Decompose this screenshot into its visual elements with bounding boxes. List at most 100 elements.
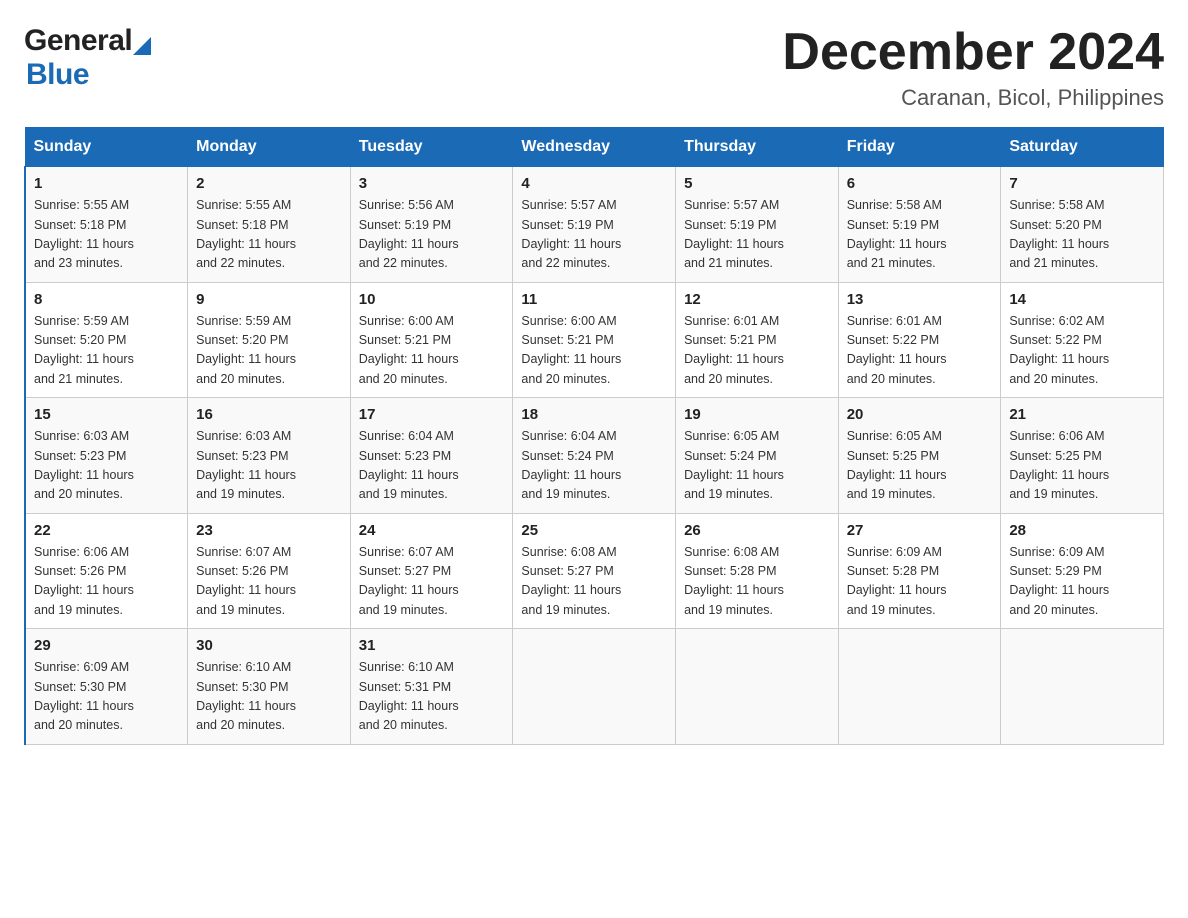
day-info: Sunrise: 6:09 AM Sunset: 5:30 PM Dayligh… (34, 658, 179, 736)
calendar-day-cell (513, 629, 676, 745)
day-info: Sunrise: 6:03 AM Sunset: 5:23 PM Dayligh… (34, 427, 179, 505)
calendar-day-cell: 30 Sunrise: 6:10 AM Sunset: 5:30 PM Dayli… (188, 629, 351, 745)
day-info: Sunrise: 5:59 AM Sunset: 5:20 PM Dayligh… (196, 312, 342, 390)
day-info: Sunrise: 6:02 AM Sunset: 5:22 PM Dayligh… (1009, 312, 1155, 390)
day-number: 5 (684, 175, 830, 192)
day-number: 15 (34, 406, 179, 423)
day-info: Sunrise: 6:01 AM Sunset: 5:22 PM Dayligh… (847, 312, 993, 390)
calendar-week-row: 8 Sunrise: 5:59 AM Sunset: 5:20 PM Daylig… (25, 282, 1164, 398)
calendar-day-header: Saturday (1001, 128, 1164, 167)
calendar-day-cell: 14Sunrise: 6:02 AM Sunset: 5:22 PM Dayli… (1001, 282, 1164, 398)
calendar-day-cell: 21 Sunrise: 6:06 AM Sunset: 5:25 PM Dayli… (1001, 398, 1164, 514)
day-info: Sunrise: 6:05 AM Sunset: 5:24 PM Dayligh… (684, 427, 830, 505)
day-info: Sunrise: 6:09 AM Sunset: 5:29 PM Dayligh… (1009, 543, 1155, 621)
calendar-day-cell: 29 Sunrise: 6:09 AM Sunset: 5:30 PM Dayli… (25, 629, 188, 745)
calendar-day-cell (838, 629, 1001, 745)
day-info: Sunrise: 6:10 AM Sunset: 5:31 PM Dayligh… (359, 658, 505, 736)
day-info: Sunrise: 5:55 AM Sunset: 5:18 PM Dayligh… (34, 196, 179, 274)
calendar-day-cell: 16 Sunrise: 6:03 AM Sunset: 5:23 PM Dayli… (188, 398, 351, 514)
day-number: 11 (521, 291, 667, 308)
day-number: 9 (196, 291, 342, 308)
logo-arrow-icon (133, 37, 151, 55)
day-info: Sunrise: 6:09 AM Sunset: 5:28 PM Dayligh… (847, 543, 993, 621)
day-info: Sunrise: 6:04 AM Sunset: 5:23 PM Dayligh… (359, 427, 505, 505)
calendar-week-row: 29 Sunrise: 6:09 AM Sunset: 5:30 PM Dayli… (25, 629, 1164, 745)
calendar-day-header: Friday (838, 128, 1001, 167)
calendar-day-cell: 24 Sunrise: 6:07 AM Sunset: 5:27 PM Dayli… (350, 513, 513, 629)
day-number: 26 (684, 522, 830, 539)
day-number: 16 (196, 406, 342, 423)
calendar-day-cell: 3Sunrise: 5:56 AM Sunset: 5:19 PM Daylig… (350, 167, 513, 283)
day-number: 12 (684, 291, 830, 308)
day-number: 28 (1009, 522, 1155, 539)
day-info: Sunrise: 5:55 AM Sunset: 5:18 PM Dayligh… (196, 196, 342, 274)
calendar-day-cell: 11Sunrise: 6:00 AM Sunset: 5:21 PM Dayli… (513, 282, 676, 398)
calendar-day-header: Wednesday (513, 128, 676, 167)
day-info: Sunrise: 6:08 AM Sunset: 5:27 PM Dayligh… (521, 543, 667, 621)
location: Caranan, Bicol, Philippines (782, 85, 1164, 111)
day-info: Sunrise: 6:03 AM Sunset: 5:23 PM Dayligh… (196, 427, 342, 505)
day-number: 23 (196, 522, 342, 539)
day-number: 19 (684, 406, 830, 423)
calendar-day-header: Monday (188, 128, 351, 167)
calendar-day-cell: 19 Sunrise: 6:05 AM Sunset: 5:24 PM Dayli… (676, 398, 839, 514)
calendar-day-cell: 1 Sunrise: 5:55 AM Sunset: 5:18 PM Daylig… (25, 167, 188, 283)
day-number: 24 (359, 522, 505, 539)
day-info: Sunrise: 6:01 AM Sunset: 5:21 PM Dayligh… (684, 312, 830, 390)
day-number: 4 (521, 175, 667, 192)
day-info: Sunrise: 5:57 AM Sunset: 5:19 PM Dayligh… (521, 196, 667, 274)
month-title: December 2024 (782, 24, 1164, 81)
day-info: Sunrise: 5:56 AM Sunset: 5:19 PM Dayligh… (359, 196, 505, 274)
calendar-week-row: 22 Sunrise: 6:06 AM Sunset: 5:26 PM Dayli… (25, 513, 1164, 629)
day-number: 2 (196, 175, 342, 192)
calendar-day-cell: 10 Sunrise: 6:00 AM Sunset: 5:21 PM Dayli… (350, 282, 513, 398)
calendar-day-cell: 2 Sunrise: 5:55 AM Sunset: 5:18 PM Daylig… (188, 167, 351, 283)
logo-blue-text: Blue (26, 58, 89, 92)
day-info: Sunrise: 6:10 AM Sunset: 5:30 PM Dayligh… (196, 658, 342, 736)
day-number: 13 (847, 291, 993, 308)
day-number: 31 (359, 637, 505, 654)
day-info: Sunrise: 5:59 AM Sunset: 5:20 PM Dayligh… (34, 312, 179, 390)
page-header: General Blue December 2024 Caranan, Bico… (24, 24, 1164, 111)
calendar-day-cell: 5 Sunrise: 5:57 AM Sunset: 5:19 PM Daylig… (676, 167, 839, 283)
calendar-day-cell: 27Sunrise: 6:09 AM Sunset: 5:28 PM Dayli… (838, 513, 1001, 629)
day-number: 1 (34, 175, 179, 192)
calendar-day-header: Thursday (676, 128, 839, 167)
day-info: Sunrise: 5:57 AM Sunset: 5:19 PM Dayligh… (684, 196, 830, 274)
day-number: 7 (1009, 175, 1155, 192)
calendar-day-header: Sunday (25, 128, 188, 167)
day-number: 25 (521, 522, 667, 539)
calendar-day-cell: 7 Sunrise: 5:58 AM Sunset: 5:20 PM Daylig… (1001, 167, 1164, 283)
calendar-day-cell: 12 Sunrise: 6:01 AM Sunset: 5:21 PM Dayli… (676, 282, 839, 398)
calendar-day-cell: 20Sunrise: 6:05 AM Sunset: 5:25 PM Dayli… (838, 398, 1001, 514)
day-info: Sunrise: 6:06 AM Sunset: 5:26 PM Dayligh… (34, 543, 179, 621)
day-number: 22 (34, 522, 179, 539)
day-number: 20 (847, 406, 993, 423)
calendar-day-cell: 17 Sunrise: 6:04 AM Sunset: 5:23 PM Dayli… (350, 398, 513, 514)
day-info: Sunrise: 6:07 AM Sunset: 5:27 PM Dayligh… (359, 543, 505, 621)
day-info: Sunrise: 6:06 AM Sunset: 5:25 PM Dayligh… (1009, 427, 1155, 505)
day-info: Sunrise: 6:08 AM Sunset: 5:28 PM Dayligh… (684, 543, 830, 621)
title-block: December 2024 Caranan, Bicol, Philippine… (782, 24, 1164, 111)
day-number: 21 (1009, 406, 1155, 423)
day-info: Sunrise: 5:58 AM Sunset: 5:20 PM Dayligh… (1009, 196, 1155, 274)
day-number: 17 (359, 406, 505, 423)
calendar-day-cell: 15 Sunrise: 6:03 AM Sunset: 5:23 PM Dayli… (25, 398, 188, 514)
day-number: 8 (34, 291, 179, 308)
calendar-day-cell (676, 629, 839, 745)
day-number: 10 (359, 291, 505, 308)
calendar-table: SundayMondayTuesdayWednesdayThursdayFrid… (24, 127, 1164, 745)
day-info: Sunrise: 6:04 AM Sunset: 5:24 PM Dayligh… (521, 427, 667, 505)
calendar-header-row: SundayMondayTuesdayWednesdayThursdayFrid… (25, 128, 1164, 167)
calendar-day-cell: 26 Sunrise: 6:08 AM Sunset: 5:28 PM Dayli… (676, 513, 839, 629)
calendar-day-cell: 31 Sunrise: 6:10 AM Sunset: 5:31 PM Dayli… (350, 629, 513, 745)
calendar-day-header: Tuesday (350, 128, 513, 167)
day-number: 29 (34, 637, 179, 654)
day-number: 30 (196, 637, 342, 654)
day-info: Sunrise: 5:58 AM Sunset: 5:19 PM Dayligh… (847, 196, 993, 274)
calendar-day-cell: 6Sunrise: 5:58 AM Sunset: 5:19 PM Daylig… (838, 167, 1001, 283)
calendar-day-cell: 28 Sunrise: 6:09 AM Sunset: 5:29 PM Dayli… (1001, 513, 1164, 629)
day-info: Sunrise: 6:00 AM Sunset: 5:21 PM Dayligh… (359, 312, 505, 390)
calendar-day-cell: 22 Sunrise: 6:06 AM Sunset: 5:26 PM Dayli… (25, 513, 188, 629)
calendar-day-cell: 23Sunrise: 6:07 AM Sunset: 5:26 PM Dayli… (188, 513, 351, 629)
